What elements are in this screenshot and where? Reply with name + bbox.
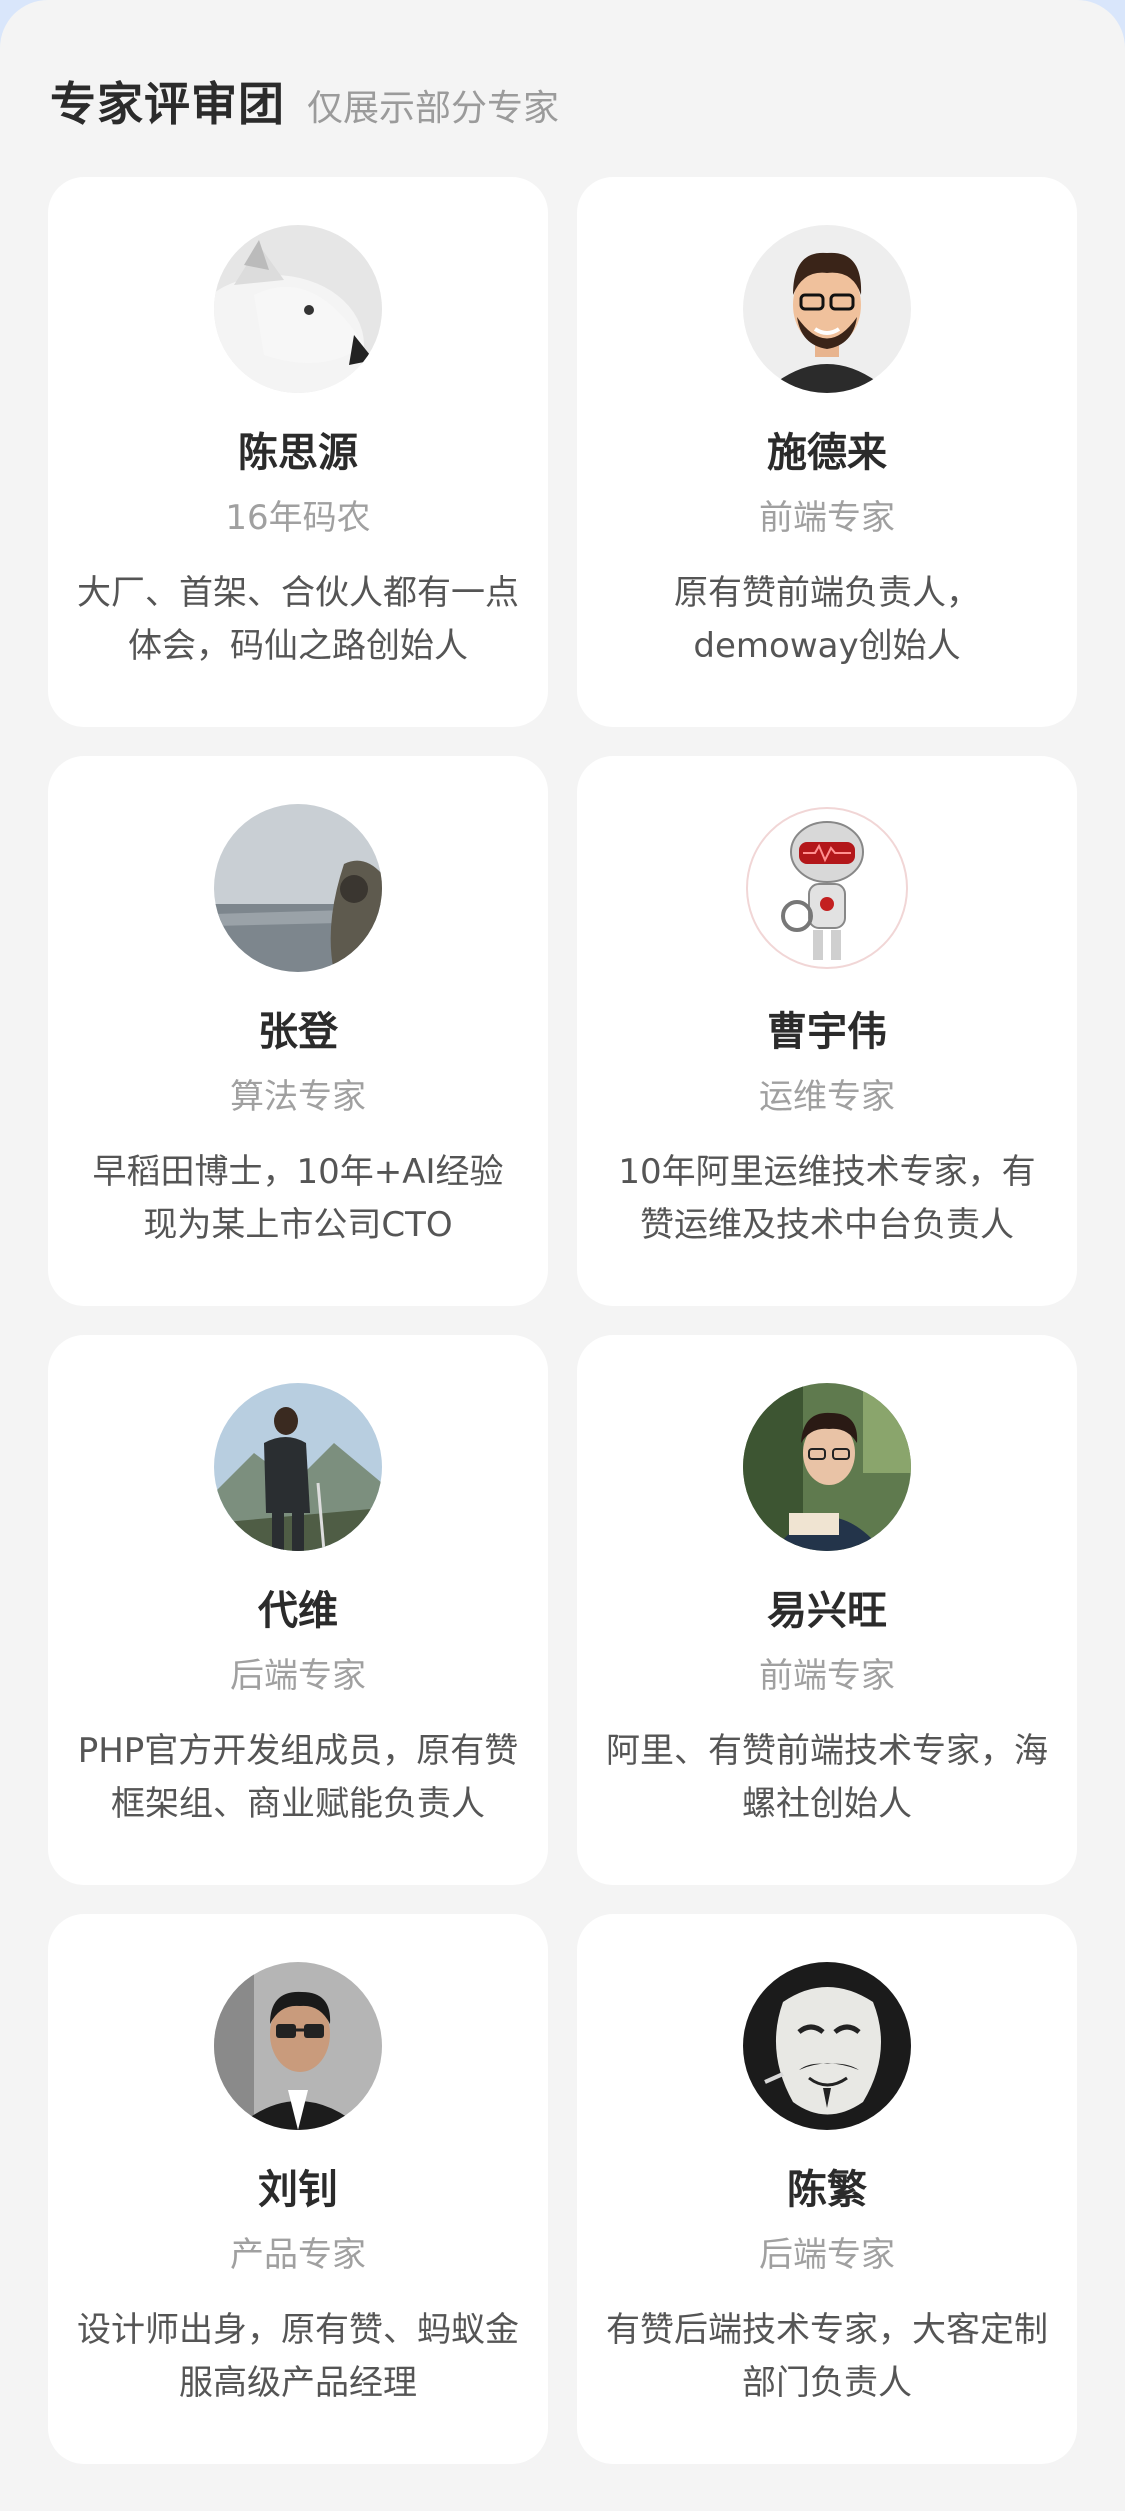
young-man-reading-avatar (743, 1383, 911, 1551)
expert-name: 陈思源 (238, 430, 358, 476)
expert-description: 阿里、有赞前端技术专家，海螺社创始人 (606, 1731, 1048, 1824)
expert-role: 前端专家 (759, 498, 895, 538)
section-title: 专家评审团 (50, 77, 285, 131)
robot-doctor-avatar (743, 804, 911, 972)
expert-description: 原有赞前端负责人，demoway创始人 (674, 573, 980, 666)
young-man-reading-icon (743, 1383, 911, 1551)
cartoon-man-icon (743, 225, 911, 393)
expert-description: 10年阿里运维技术专家，有赞运维及技术中台负责人 (618, 1152, 1036, 1245)
white-wolf-icon (214, 225, 382, 393)
expert-role: 算法专家 (230, 1077, 366, 1117)
guy-fawkes-mask-icon (743, 1962, 911, 2130)
seaside-photo-icon (214, 804, 382, 972)
expert-name: 施德来 (767, 430, 887, 476)
expert-card[interactable]: 张登 算法专家 早稻田博士，10年+AI经验现为某上市公司CTO (48, 756, 548, 1306)
expert-role: 后端专家 (759, 2235, 895, 2275)
expert-name: 刘钊 (258, 2167, 338, 2213)
expert-panel: 专家评审团 仅展示部分专家 陈思源 16年码农 大厂、首架、合伙人都有一点体会，… (0, 0, 1125, 2511)
expert-description: 大厂、首架、合伙人都有一点体会，码仙之路创始人 (77, 573, 519, 666)
expert-role: 16年码农 (225, 498, 371, 538)
expert-description: PHP官方开发组成员，原有赞框架组、商业赋能负责人 (77, 1731, 519, 1824)
expert-card[interactable]: 易兴旺 前端专家 阿里、有赞前端技术专家，海螺社创始人 (577, 1335, 1077, 1885)
expert-card[interactable]: 刘钊 产品专家 设计师出身，原有赞、蚂蚁金服高级产品经理 (48, 1914, 548, 2464)
expert-role: 运维专家 (759, 1077, 895, 1117)
expert-role: 产品专家 (230, 2235, 366, 2275)
expert-grid: 陈思源 16年码农 大厂、首架、合伙人都有一点体会，码仙之路创始人 施德来 前端… (48, 177, 1077, 2464)
robot-doctor-icon (743, 804, 911, 972)
section-header: 专家评审团 仅展示部分专家 (50, 68, 559, 132)
guy-fawkes-mask-avatar (743, 1962, 911, 2130)
expert-description: 设计师出身，原有赞、蚂蚁金服高级产品经理 (77, 2310, 519, 2403)
white-wolf-avatar (214, 225, 382, 393)
expert-name: 代维 (258, 1588, 338, 1634)
expert-card[interactable]: 陈思源 16年码农 大厂、首架、合伙人都有一点体会，码仙之路创始人 (48, 177, 548, 727)
expert-card[interactable]: 施德来 前端专家 原有赞前端负责人，demoway创始人 (577, 177, 1077, 727)
expert-name: 曹宇伟 (767, 1009, 887, 1055)
man-glasses-suit-icon (214, 1962, 382, 2130)
expert-role: 前端专家 (759, 1656, 895, 1696)
section-subtitle: 仅展示部分专家 (307, 88, 560, 129)
expert-card[interactable]: 曹宇伟 运维专家 10年阿里运维技术专家，有赞运维及技术中台负责人 (577, 756, 1077, 1306)
expert-description: 有赞后端技术专家，大客定制部门负责人 (606, 2310, 1048, 2403)
hiker-mountain-avatar (214, 1383, 382, 1551)
expert-name: 陈繁 (787, 2167, 867, 2213)
man-glasses-suit-avatar (214, 1962, 382, 2130)
expert-name: 张登 (258, 1009, 338, 1055)
expert-description: 早稻田博士，10年+AI经验现为某上市公司CTO (92, 1152, 504, 1245)
expert-name: 易兴旺 (767, 1588, 887, 1634)
cartoon-man-glasses-avatar (743, 225, 911, 393)
expert-card[interactable]: 陈繁 后端专家 有赞后端技术专家，大客定制部门负责人 (577, 1914, 1077, 2464)
seaside-photo-avatar (214, 804, 382, 972)
expert-role: 后端专家 (230, 1656, 366, 1696)
expert-card[interactable]: 代维 后端专家 PHP官方开发组成员，原有赞框架组、商业赋能负责人 (48, 1335, 548, 1885)
hiker-mountain-icon (214, 1383, 382, 1551)
